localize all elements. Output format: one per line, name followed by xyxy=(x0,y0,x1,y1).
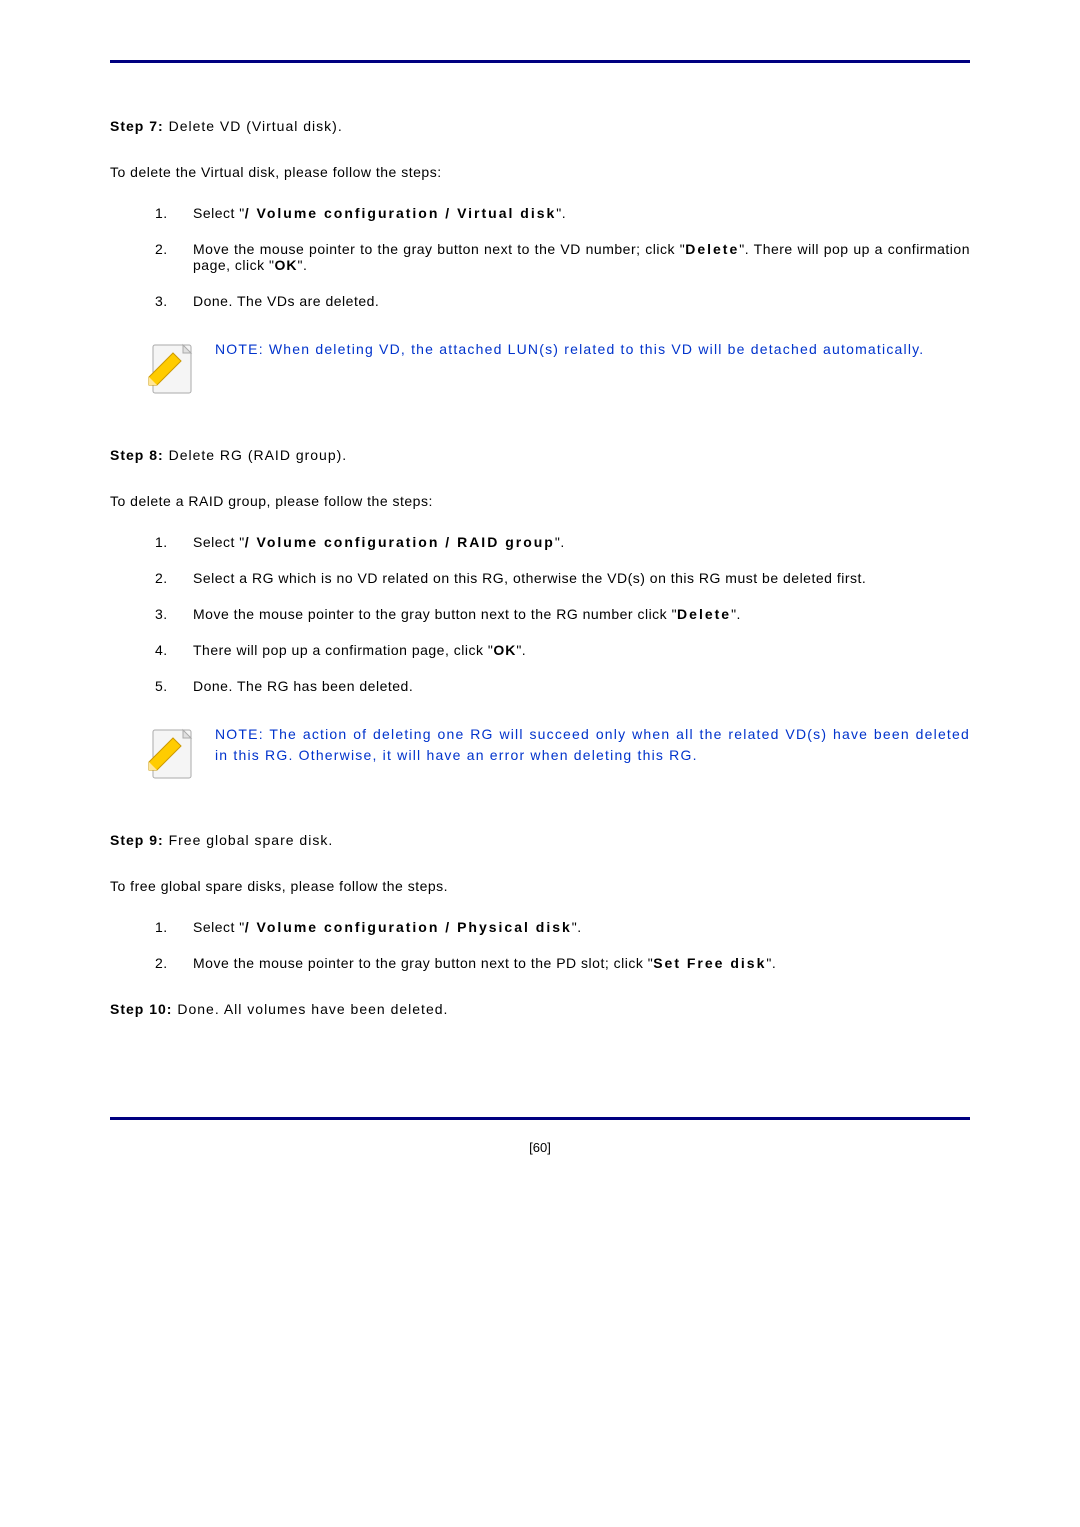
item-number: 5. xyxy=(155,678,168,694)
note-text: NOTE: When deleting VD, the attached LUN… xyxy=(215,339,924,360)
item-text: Move the mouse pointer to the gray butto… xyxy=(193,955,653,971)
item-path: / Volume configuration / RAID group xyxy=(245,534,555,550)
step8-label: Step 8: xyxy=(110,447,164,463)
item-text-post: ". xyxy=(556,205,566,221)
list-item: 1. Select "/ Volume configuration / Phys… xyxy=(155,919,970,935)
step7-intro: To delete the Virtual disk, please follo… xyxy=(110,164,970,180)
step7-label: Step 7: xyxy=(110,118,164,134)
item-text: ". xyxy=(298,257,308,273)
item-text-post: ". xyxy=(572,919,582,935)
step10-rest: Done. All volumes have been deleted. xyxy=(172,1001,448,1017)
step8-list: 1. Select "/ Volume configuration / RAID… xyxy=(110,534,970,694)
list-item: 2. Select a RG which is no VD related on… xyxy=(155,570,970,586)
item-text: Done. The VDs are deleted. xyxy=(193,293,379,309)
step9-list: 1. Select "/ Volume configuration / Phys… xyxy=(110,919,970,971)
item-text-post: ". xyxy=(555,534,565,550)
step7-title: Step 7: Delete VD (Virtual disk). xyxy=(110,118,970,134)
item-text: Move the mouse pointer to the gray butto… xyxy=(193,241,685,257)
note-pencil-icon xyxy=(145,724,197,782)
item-ok: OK xyxy=(493,642,516,658)
item-number: 2. xyxy=(155,241,168,257)
list-item: 2. Move the mouse pointer to the gray bu… xyxy=(155,955,970,971)
step9-rest: Free global spare disk. xyxy=(164,832,334,848)
item-number: 3. xyxy=(155,293,168,309)
step8-title: Step 8: Delete RG (RAID group). xyxy=(110,447,970,463)
footer-divider xyxy=(110,1117,970,1120)
note-text: NOTE: The action of deleting one RG will… xyxy=(215,724,970,766)
item-text: Done. The RG has been deleted. xyxy=(193,678,413,694)
item-number: 2. xyxy=(155,955,168,971)
list-item: 3. Done. The VDs are deleted. xyxy=(155,293,970,309)
item-number: 1. xyxy=(155,205,168,221)
item-path: / Volume configuration / Physical disk xyxy=(245,919,572,935)
list-item: 1. Select "/ Volume configuration / Virt… xyxy=(155,205,970,221)
item-text: ". xyxy=(516,642,526,658)
step8-intro: To delete a RAID group, please follow th… xyxy=(110,493,970,509)
list-item: 4. There will pop up a confirmation page… xyxy=(155,642,970,658)
list-item: 2. Move the mouse pointer to the gray bu… xyxy=(155,241,970,273)
step9-label: Step 9: xyxy=(110,832,164,848)
step9-intro: To free global spare disks, please follo… xyxy=(110,878,970,894)
item-text: Move the mouse pointer to the gray butto… xyxy=(193,606,677,622)
step7-list: 1. Select "/ Volume configuration / Virt… xyxy=(110,205,970,309)
item-number: 4. xyxy=(155,642,168,658)
step10-label: Step 10: xyxy=(110,1001,172,1017)
item-text: ". xyxy=(731,606,741,622)
step10-title: Step 10: Done. All volumes have been del… xyxy=(110,1001,970,1017)
item-text-pre: Select " xyxy=(193,919,245,935)
item-action: Delete xyxy=(685,241,739,257)
page-number: [60] xyxy=(110,1140,970,1155)
item-text: There will pop up a confirmation page, c… xyxy=(193,642,493,658)
item-path: / Volume configuration / Virtual disk xyxy=(245,205,557,221)
item-text-pre: Select " xyxy=(193,205,245,221)
item-action: Set Free disk xyxy=(653,955,766,971)
header-divider xyxy=(110,60,970,63)
item-ok: OK xyxy=(275,257,298,273)
item-number: 2. xyxy=(155,570,168,586)
step8-note: NOTE: The action of deleting one RG will… xyxy=(145,724,970,782)
list-item: 1. Select "/ Volume configuration / RAID… xyxy=(155,534,970,550)
step7-note: NOTE: When deleting VD, the attached LUN… xyxy=(145,339,970,397)
item-number: 1. xyxy=(155,534,168,550)
step8-rest: Delete RG (RAID group). xyxy=(164,447,348,463)
list-item: 3. Move the mouse pointer to the gray bu… xyxy=(155,606,970,622)
step9-title: Step 9: Free global spare disk. xyxy=(110,832,970,848)
note-pencil-icon xyxy=(145,339,197,397)
step7-rest: Delete VD (Virtual disk). xyxy=(164,118,343,134)
item-number: 3. xyxy=(155,606,168,622)
list-item: 5. Done. The RG has been deleted. xyxy=(155,678,970,694)
item-action: Delete xyxy=(677,606,731,622)
item-number: 1. xyxy=(155,919,168,935)
item-text-pre: Select " xyxy=(193,534,245,550)
item-text: Select a RG which is no VD related on th… xyxy=(193,570,866,586)
item-text: ". xyxy=(766,955,776,971)
